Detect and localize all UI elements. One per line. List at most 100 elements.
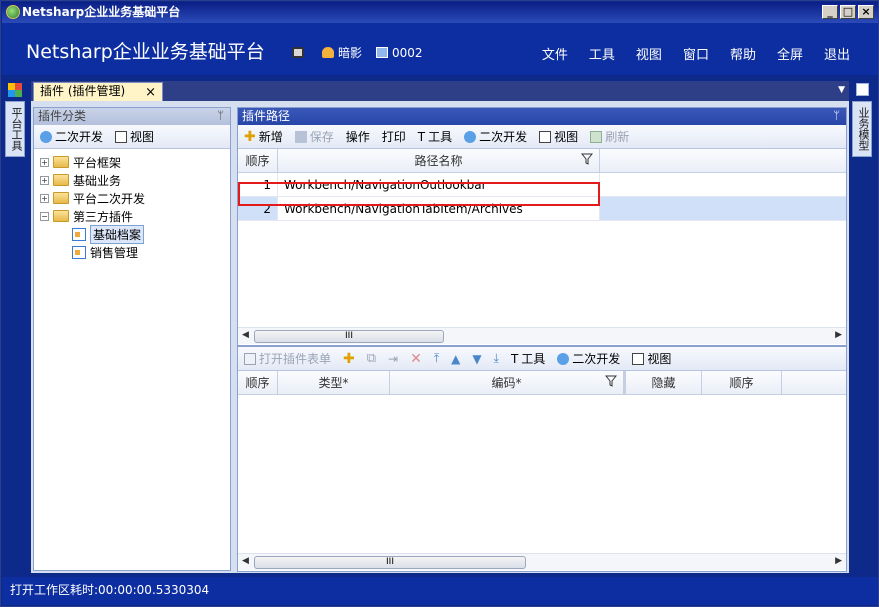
camera-icon[interactable]	[292, 46, 308, 60]
col-order2[interactable]: 顺序	[702, 371, 782, 394]
station-id: 0002	[392, 45, 423, 60]
station-indicator[interactable]: 0002	[376, 46, 423, 60]
view-button[interactable]: 视图	[539, 128, 578, 145]
pin-icon[interactable]: ᛘ	[833, 108, 840, 124]
add-button[interactable]: ✚	[343, 351, 355, 367]
close-window-button[interactable]: ×	[858, 5, 874, 19]
menu-view[interactable]: 视图	[636, 44, 662, 63]
tab-platform-tools[interactable]: 平台工具	[5, 101, 25, 157]
tree-node[interactable]: 基础档案	[40, 224, 230, 244]
tree-node-label: 平台二次开发	[73, 191, 146, 206]
delete-button[interactable]: ✕	[410, 351, 422, 367]
plugin-icon	[72, 227, 86, 241]
add-button[interactable]: ✚ 新增	[244, 128, 283, 145]
tree-node[interactable]: + 基础业务	[40, 171, 230, 189]
tools-menu[interactable]: T 工具	[511, 350, 545, 367]
window-title: Netsharp企业业务基础平台	[22, 5, 181, 19]
expand-icon[interactable]: +	[40, 193, 49, 203]
col-path[interactable]: 路径名称	[278, 149, 600, 172]
tab-list-chevron-icon[interactable]: ▼	[838, 85, 845, 95]
tab-business-model[interactable]: 业务模型	[852, 101, 872, 157]
menu-fullscreen[interactable]: 全屏	[777, 44, 803, 63]
tree-node-label: 平台框架	[73, 155, 122, 170]
menu-tools[interactable]: 工具	[589, 44, 615, 63]
view-button[interactable]: 视图	[115, 128, 154, 145]
print-menu[interactable]: 打印	[382, 128, 406, 145]
collapse-icon[interactable]: −	[40, 211, 49, 221]
delete-icon: ✕	[410, 350, 422, 367]
dev-button[interactable]: 二次开发	[557, 350, 620, 367]
tools-menu[interactable]: T 工具	[418, 128, 452, 145]
save-button[interactable]: 保存	[294, 128, 334, 145]
menu-help[interactable]: 帮助	[730, 44, 756, 63]
open-form-button[interactable]: 打开插件表单	[244, 350, 331, 367]
tree-node[interactable]: + 平台框架	[40, 153, 230, 171]
app-header: Netsharp企业业务基础平台 暗影 0002 文件 工具 视图 窗口 帮助 …	[2, 23, 878, 75]
filter-icon[interactable]	[605, 375, 617, 387]
scroll-left-icon[interactable]: ◀	[242, 556, 249, 566]
dev-button[interactable]: 二次开发	[464, 128, 527, 145]
window-controls: _ □ ×	[822, 5, 874, 19]
move-bottom-button[interactable]: ⤓	[494, 351, 499, 366]
maximize-button[interactable]: □	[840, 5, 856, 19]
dev-button[interactable]: 二次开发	[40, 128, 103, 145]
document-tab-strip: 插件 (插件管理) × ▼	[31, 81, 849, 101]
form-grid-header: 顺序 类型* 编码* 隐藏 顺序	[238, 371, 846, 395]
col-hidden[interactable]: 隐藏	[624, 371, 702, 394]
copy-button[interactable]: ⧉	[367, 351, 376, 366]
col-type[interactable]: 类型*	[278, 371, 390, 394]
col-order[interactable]: 顺序	[238, 371, 278, 394]
panel-title-path: 插件路径 ᛘ	[238, 108, 846, 125]
app-globe-icon	[6, 5, 20, 19]
col-path-label: 路径名称	[414, 154, 463, 168]
path-grid-hscroll[interactable]: ◀ III ▶	[238, 327, 846, 344]
plugin-form-panel: 打开插件表单 ✚ ⧉ ⇥ ✕ ⤒ ▲ ▼ ⤓ T 工具 二次开发 视图 顺序 类型…	[237, 346, 847, 572]
left-dock-strip: 平台工具	[5, 81, 27, 571]
cell-path-editor[interactable]: Workbench/NavigationTabItem/Archives	[278, 197, 600, 220]
scroll-right-icon[interactable]: ▶	[835, 330, 842, 340]
tab-plugin-management[interactable]: 插件 (插件管理) ×	[33, 82, 163, 101]
filter-icon[interactable]	[581, 153, 593, 165]
col-order[interactable]: 顺序	[238, 149, 278, 172]
panel-title-category: 插件分类 ᛘ	[34, 108, 230, 125]
folder-icon	[53, 156, 69, 168]
col-code-label: 编码*	[491, 376, 522, 390]
cell-path[interactable]: Workbench/NavigationOutlookbar	[278, 173, 600, 196]
refresh-button[interactable]: 刷新	[590, 128, 629, 145]
move-top-button[interactable]: ⤒	[434, 351, 439, 366]
move-down-button[interactable]: ▼	[472, 352, 481, 366]
move-top-icon: ⤒	[433, 351, 440, 365]
menu-window[interactable]: 窗口	[683, 44, 709, 63]
scroll-right-icon[interactable]: ▶	[835, 556, 842, 566]
menu-file[interactable]: 文件	[542, 44, 568, 63]
table-row-selected[interactable]: 2 Workbench/NavigationTabItem/Archives	[238, 197, 846, 221]
close-tab-icon[interactable]: ×	[145, 84, 156, 101]
view-button[interactable]: 视图	[632, 350, 671, 367]
table-row[interactable]: 1 Workbench/NavigationOutlookbar	[238, 173, 846, 197]
pin-icon[interactable]: ᛘ	[217, 108, 224, 124]
col-code[interactable]: 编码*	[390, 371, 624, 394]
tree-node[interactable]: − 第三方插件	[40, 207, 230, 225]
expand-icon[interactable]: +	[40, 157, 49, 167]
tree-node[interactable]: + 平台二次开发	[40, 189, 230, 207]
menu-exit[interactable]: 退出	[824, 44, 850, 63]
insert-button[interactable]: ⇥	[388, 352, 398, 366]
tree-node[interactable]: 销售管理	[40, 243, 230, 261]
form-grid-hscroll[interactable]: ◀ III ▶	[238, 553, 846, 570]
form-toolbar: 打开插件表单 ✚ ⧉ ⇥ ✕ ⤒ ▲ ▼ ⤓ T 工具 二次开发 视图	[238, 347, 846, 371]
main-menu: 文件 工具 视图 窗口 帮助 全屏 退出	[542, 44, 850, 63]
operate-menu[interactable]: 操作	[346, 128, 370, 145]
move-up-button[interactable]: ▲	[451, 352, 460, 366]
tree-node-label: 第三方插件	[73, 209, 134, 224]
scroll-left-icon[interactable]: ◀	[242, 330, 249, 340]
scroll-thumb[interactable]: III	[254, 556, 526, 569]
scroll-thumb[interactable]: III	[254, 330, 444, 343]
move-bottom-icon: ⤓	[493, 351, 499, 365]
user-indicator[interactable]: 暗影	[322, 44, 362, 61]
minimize-button[interactable]: _	[822, 5, 838, 19]
expand-icon[interactable]: +	[40, 175, 49, 185]
view-icon	[115, 130, 128, 143]
insert-icon: ⇥	[388, 351, 399, 366]
dev-icon	[464, 130, 477, 143]
cell-order: 1	[238, 173, 278, 196]
